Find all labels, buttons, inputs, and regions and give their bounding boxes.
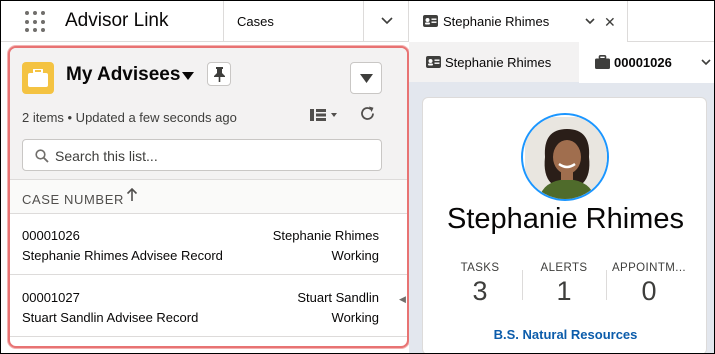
case-status: Working bbox=[331, 248, 379, 263]
briefcase-icon bbox=[22, 62, 54, 94]
contact-card-icon bbox=[426, 56, 441, 68]
column-header-label: CASE NUMBER bbox=[22, 192, 124, 207]
stat-value: 3 bbox=[472, 276, 488, 306]
list-item[interactable]: 00001026 Stephanie Rhimes Advisee Record… bbox=[10, 214, 407, 275]
list-actions-button[interactable] bbox=[350, 62, 382, 94]
stat-tasks[interactable]: TASKS 3 bbox=[440, 262, 520, 307]
subtab-label: Stephanie Rhimes bbox=[445, 55, 552, 70]
list-item[interactable]: 00001027 Stuart Sandlin Advisee Record S… bbox=[10, 276, 407, 337]
pin-button[interactable] bbox=[207, 62, 231, 86]
search-icon bbox=[35, 149, 49, 163]
profile-card: Stephanie Rhimes TASKS 3 ALERTS 1 APPOIN… bbox=[422, 97, 708, 353]
contact-card-icon bbox=[423, 15, 438, 27]
list-view-title[interactable]: My Advisees bbox=[66, 64, 180, 86]
avatar bbox=[521, 113, 609, 201]
sort-ascending-icon[interactable] bbox=[126, 188, 138, 202]
subtab-case[interactable]: 00001026 bbox=[579, 42, 714, 83]
stat-label: APPOINTM... bbox=[611, 262, 687, 274]
close-icon[interactable]: ✕ bbox=[604, 14, 616, 31]
display-as-table-icon[interactable] bbox=[308, 105, 342, 125]
subtab-contact[interactable]: Stephanie Rhimes bbox=[409, 42, 579, 82]
stat-alerts[interactable]: ALERTS 1 bbox=[524, 262, 604, 307]
stat-value: 1 bbox=[556, 276, 572, 306]
list-view-card: My Advisees 2 items • Updated a few seco… bbox=[8, 46, 409, 348]
workspace-tab[interactable]: Stephanie Rhimes ✕ bbox=[408, 1, 628, 42]
stat-divider bbox=[522, 270, 523, 300]
chevron-down-icon[interactable] bbox=[700, 57, 712, 67]
stat-appointments[interactable]: APPOINTM... 0 bbox=[609, 262, 689, 307]
nav-divider bbox=[363, 1, 364, 42]
profile-name: Stephanie Rhimes bbox=[447, 203, 684, 235]
chevron-down-icon[interactable] bbox=[584, 15, 596, 27]
stat-label: TASKS bbox=[460, 262, 500, 274]
caret-down-icon[interactable] bbox=[182, 72, 194, 80]
case-number[interactable]: 00001026 bbox=[22, 228, 80, 243]
case-subject: Stephanie Rhimes Advisee Record bbox=[22, 248, 223, 263]
nav-item-cases[interactable]: Cases bbox=[237, 14, 274, 29]
briefcase-icon bbox=[595, 55, 610, 69]
subtab-label: 00001026 bbox=[614, 55, 672, 70]
caret-down-icon bbox=[360, 74, 373, 83]
chevron-down-icon[interactable] bbox=[379, 13, 395, 29]
split-view-toggle-icon[interactable]: ◀ bbox=[399, 294, 406, 305]
pin-icon bbox=[214, 67, 225, 82]
case-number[interactable]: 00001027 bbox=[22, 290, 80, 305]
global-nav-bar: Advisor Link Cases Stephanie Rhimes ✕ bbox=[1, 1, 714, 42]
major-link[interactable]: B.S. Natural Resources bbox=[423, 327, 708, 342]
list-view-meta: 2 items • Updated a few seconds ago bbox=[22, 110, 237, 125]
search-list-input[interactable] bbox=[55, 146, 365, 166]
stat-label: ALERTS bbox=[540, 262, 588, 274]
contact-name: Stuart Sandlin bbox=[297, 290, 379, 305]
column-header-case-number[interactable]: CASE NUMBER bbox=[10, 180, 407, 214]
list-view-header: My Advisees 2 items • Updated a few seco… bbox=[10, 48, 407, 180]
nav-divider bbox=[223, 1, 224, 42]
stat-divider bbox=[606, 270, 607, 300]
subtab-bar: Stephanie Rhimes 00001026 bbox=[409, 42, 714, 83]
contact-name: Stephanie Rhimes bbox=[272, 228, 379, 243]
refresh-icon[interactable] bbox=[358, 104, 378, 124]
case-subject: Stuart Sandlin Advisee Record bbox=[22, 310, 199, 325]
app-name: Advisor Link bbox=[65, 10, 169, 31]
stat-value: 0 bbox=[641, 276, 657, 306]
case-status: Working bbox=[331, 310, 379, 325]
app-frame: Advisor Link Cases Stephanie Rhimes ✕ My… bbox=[0, 0, 715, 354]
app-launcher-icon[interactable] bbox=[25, 11, 47, 33]
search-list-input-wrapper[interactable] bbox=[22, 139, 382, 171]
workspace-tab-label: Stephanie Rhimes bbox=[443, 14, 550, 29]
